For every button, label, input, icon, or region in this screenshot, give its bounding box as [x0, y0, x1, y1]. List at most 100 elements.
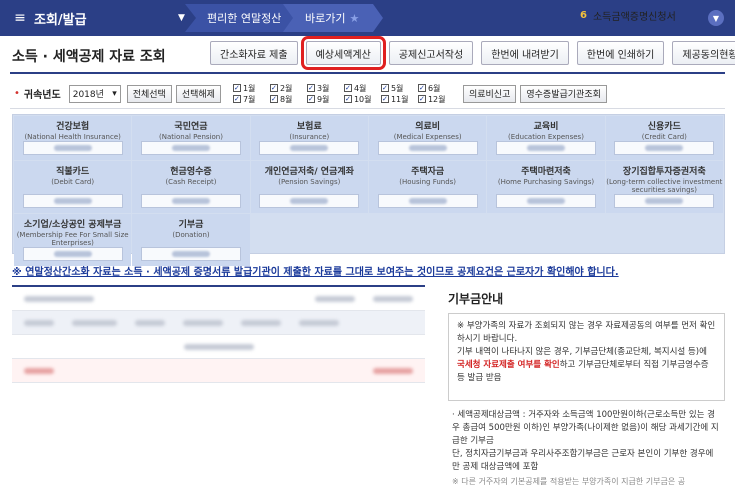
month-8[interactable]: ✓ 8월: [269, 94, 307, 105]
category-cell[interactable]: 개인연금저축/ 연금계좌 (Pension Savings): [250, 161, 368, 213]
nav-dropdown-icon[interactable]: ▼: [178, 13, 185, 23]
category-amount: [22, 194, 123, 208]
category-cell[interactable]: 소기업/소상공인 공제부금 (Membership Fee For Small S…: [14, 214, 132, 266]
checkbox-icon[interactable]: ✓: [269, 95, 278, 103]
checkbox-icon[interactable]: ✓: [380, 84, 389, 92]
estimate-tax-button[interactable]: 예상세액계산: [300, 36, 386, 70]
nav-right-number: 6: [580, 10, 587, 21]
deduction-category-grid: 건강보험 (National Health Insurance) 국민연금 (Nat…: [12, 114, 725, 266]
category-name: 장기집합투자증권저축: [622, 167, 706, 177]
consent-status-button[interactable]: 제공동의현황: [672, 41, 735, 65]
info-list-item: 단, 정치자금기부금과 우리사주조합기부금은 근로자 본인이 기부한 경우에만 …: [452, 449, 714, 472]
category-cell[interactable]: 의료비 (Medical Expenses): [369, 116, 487, 160]
checkbox-icon[interactable]: ✓: [232, 84, 241, 92]
month-5[interactable]: ✓ 5월: [380, 83, 418, 94]
checkbox-icon[interactable]: ✓: [306, 95, 315, 103]
category-cell[interactable]: 직불카드 (Debit Card): [14, 161, 132, 213]
category-amount: [22, 247, 123, 261]
breadcrumb-year-end[interactable]: 편리한 연말정산: [185, 4, 295, 32]
checkbox-icon[interactable]: ✓: [417, 84, 426, 92]
checkbox-icon[interactable]: ✓: [269, 84, 278, 92]
month-label: 12월: [427, 94, 446, 104]
category-name: 소기업/소상공인 공제부금: [23, 220, 122, 230]
checkbox-icon[interactable]: ✓: [343, 95, 352, 103]
category-amount: [259, 194, 360, 208]
checkbox-icon[interactable]: ✓: [306, 84, 315, 92]
info-box: ※ 부양가족의 자료가 조회되지 않는 경우 자료제공동의 여부를 먼저 확인하…: [448, 313, 725, 401]
category-cell[interactable]: 장기집합투자증권저축 (Long-term collective investme…: [605, 161, 723, 213]
month-label: 1월: [242, 83, 256, 93]
nav-right-link[interactable]: 6 소득금액증명신청서: [580, 8, 676, 23]
category-cell[interactable]: 주택마련저축 (Home Purchasing Savings): [487, 161, 605, 213]
checkbox-icon[interactable]: ✓: [232, 95, 241, 103]
category-cell[interactable]: 신용카드 (Credit Card): [605, 116, 723, 160]
category-sub: (National Health Insurance): [24, 133, 121, 141]
category-name: 신용카드: [647, 122, 681, 132]
category-name: 현금영수증: [170, 167, 212, 177]
deselect-button[interactable]: 선택해제: [175, 84, 221, 103]
category-cell[interactable]: 교육비 (Education Expenses): [487, 116, 605, 160]
month-label: 8월: [279, 94, 293, 104]
month-label: 11월: [390, 94, 409, 104]
disclaimer-notice: ※ 연말정산간소화 자료는 소득 · 세액공제 증명서류 발급기관이 제출한 자…: [12, 267, 619, 278]
nav-main-menu[interactable]: 조회/발급: [34, 9, 184, 28]
donation-info-panel: 기부금안내 ※ 부양가족의 자료가 조회되지 않는 경우 자료제공동의 여부를 …: [444, 285, 729, 501]
category-cell[interactable]: 현금영수증 (Cash Receipt): [132, 161, 250, 213]
category-cell[interactable]: 주택자금 (Housing Funds): [369, 161, 487, 213]
submit-simplified-data-button[interactable]: 간소화자료 제출: [210, 41, 298, 65]
category-name: 직불카드: [56, 167, 90, 177]
select-all-button[interactable]: 전체선택: [126, 84, 172, 103]
month-10[interactable]: ✓ 10월: [343, 94, 381, 105]
medical-report-button[interactable]: 의료비신고: [462, 84, 517, 103]
category-cell[interactable]: 건강보험 (National Health Insurance): [14, 116, 132, 160]
category-name: 국민연금: [174, 122, 208, 132]
info-line: ※ 부양가족의 자료가 조회되지 않는 경우 자료제공동의 여부를 먼저 확인하…: [457, 321, 716, 344]
hamburger-menu-icon[interactable]: ≡: [6, 0, 34, 36]
breadcrumb-shortcut[interactable]: 바로가기 ★: [283, 4, 383, 32]
category-sub: (Long-term collective investment securit…: [606, 178, 723, 194]
month-12[interactable]: ✓ 12월: [417, 94, 455, 105]
print-all-button[interactable]: 한번에 인쇄하기: [576, 41, 665, 65]
download-all-button[interactable]: 한번에 내려받기: [481, 41, 569, 65]
nav-expand-icon[interactable]: ▼: [708, 10, 724, 26]
category-name: 교육비: [533, 122, 559, 132]
checkbox-icon[interactable]: ✓: [343, 84, 352, 92]
month-1[interactable]: ✓ 1월: [232, 83, 270, 94]
category-cell[interactable]: 보험료 (Insurance): [250, 116, 368, 160]
receipt-agency-lookup-button[interactable]: 영수증발급기관조회: [520, 84, 607, 103]
category-sub: (National Pension): [159, 133, 223, 141]
month-9[interactable]: ✓ 9월: [306, 94, 344, 105]
month-label: 3월: [316, 83, 330, 93]
month-4[interactable]: ✓ 4월: [343, 83, 381, 94]
title-divider: [10, 72, 725, 74]
category-cell[interactable]: 국민연금 (National Pension): [132, 116, 250, 160]
checkbox-icon[interactable]: ✓: [380, 95, 389, 103]
page-title: 소득 · 세액공제 자료 조회: [12, 49, 166, 65]
category-sub: (Education Expenses): [508, 133, 584, 141]
category-name: 건강보험: [56, 122, 90, 132]
star-icon[interactable]: ★: [349, 12, 359, 25]
category-sub: (Insurance): [289, 133, 330, 141]
category-amount: [495, 194, 596, 208]
category-name: 보험료: [296, 122, 322, 132]
month-label: 10월: [353, 94, 372, 104]
year-select[interactable]: 2018년 ▾: [68, 84, 121, 103]
info-list: · 세액공제대상금액 : 거주자와 소득금액 100만원이하(근로소득만 있는 …: [444, 401, 729, 474]
category-amount: [377, 194, 478, 208]
action-button-row: 간소화자료 제출 예상세액계산 공제신고서작성 한번에 내려받기 한번에 인쇄하…: [210, 36, 735, 70]
write-deduction-form-button[interactable]: 공제신고서작성: [388, 41, 474, 65]
month-7[interactable]: ✓ 7월: [232, 94, 270, 105]
month-label: 5월: [390, 83, 404, 93]
bullet-icon: •: [14, 88, 20, 99]
checkbox-icon[interactable]: ✓: [417, 95, 426, 103]
info-note: ※ 다른 거주자의 기본공제를 적용받는 부양가족이 지급한 기부금은 공: [452, 477, 686, 486]
month-checkbox-grid: ✓ 1월 ✓ 2월 ✓ 3월 ✓ 4월 ✓ 5월 ✓ 6월 ✓ 7월 ✓ 8월 ✓ 9월 ✓ 10월…: [232, 83, 455, 105]
month-3[interactable]: ✓ 3월: [306, 83, 344, 94]
month-label: 9월: [316, 94, 330, 104]
category-sub: (Home Purchasing Savings): [497, 178, 595, 186]
category-cell[interactable]: 기부금 (Donation): [132, 214, 250, 266]
month-6[interactable]: ✓ 6월: [417, 83, 455, 94]
category-amount: [614, 194, 715, 208]
month-11[interactable]: ✓ 11월: [380, 94, 418, 105]
month-2[interactable]: ✓ 2월: [269, 83, 307, 94]
